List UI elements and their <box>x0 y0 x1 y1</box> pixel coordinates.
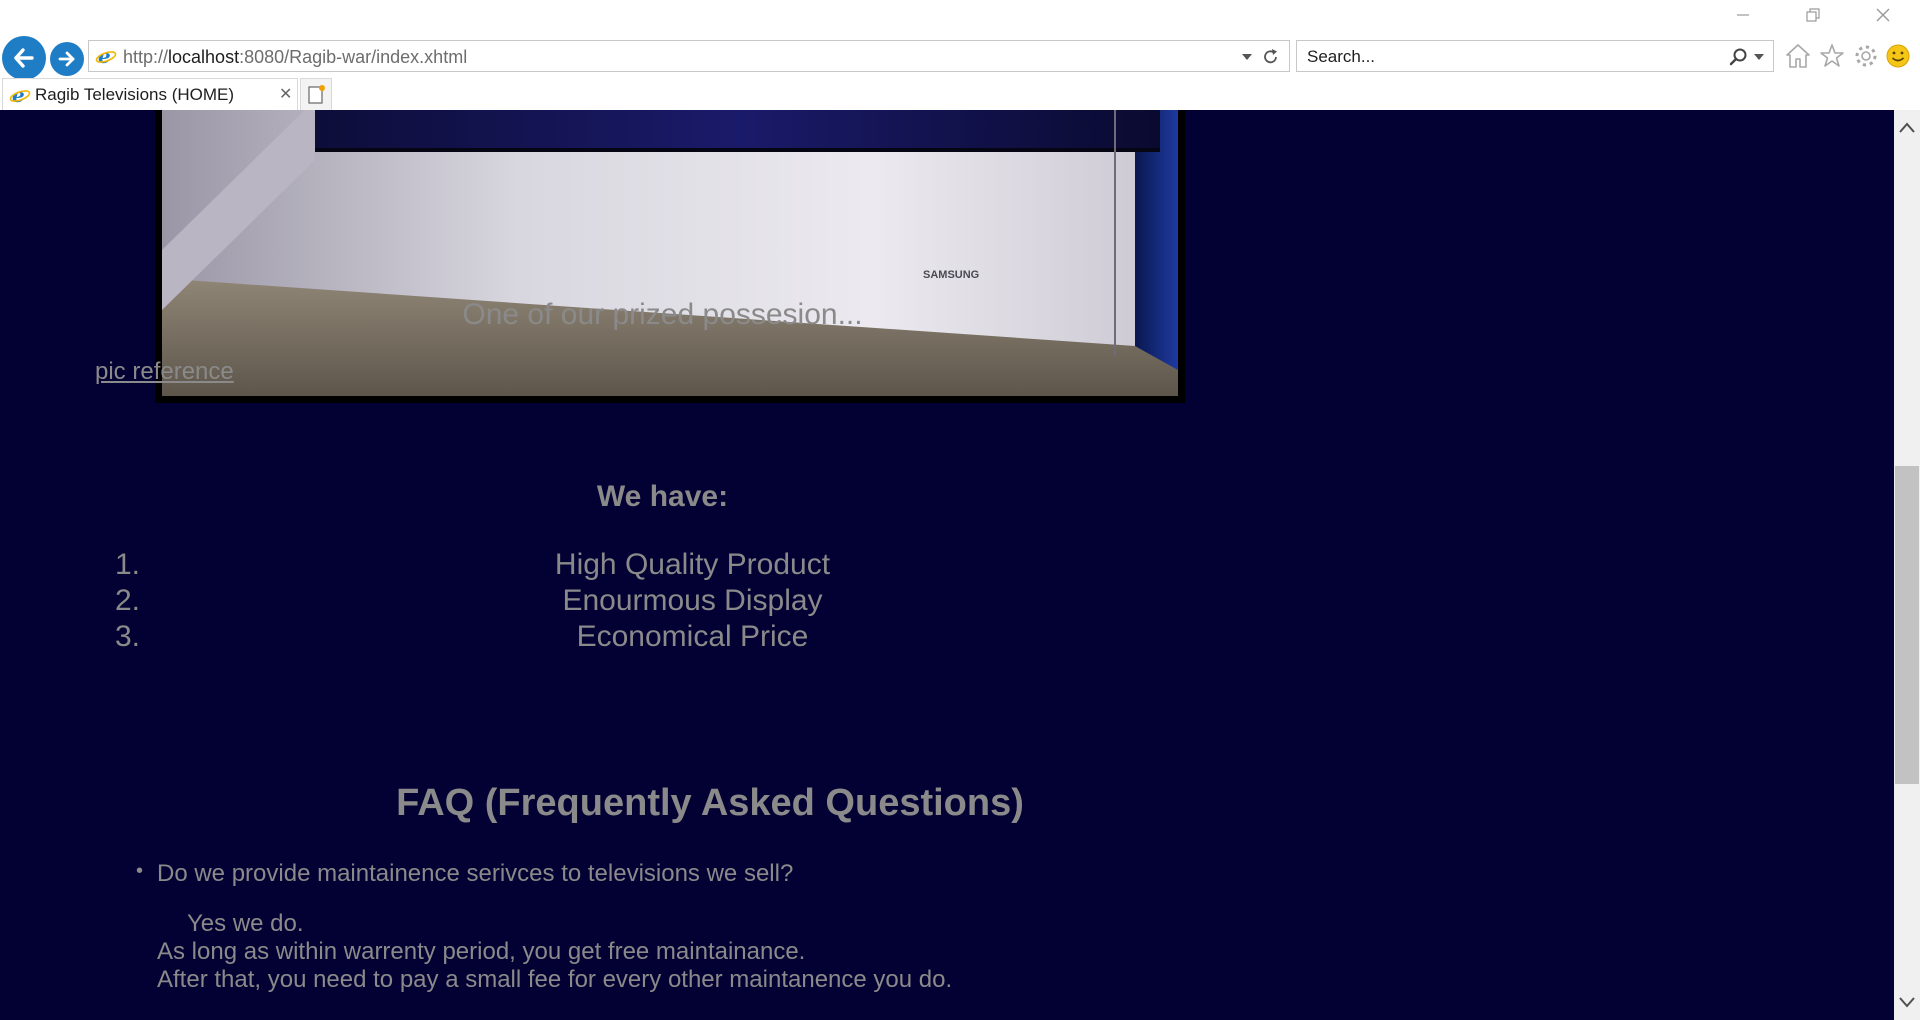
tab-bar: e Ragib Televisions (HOME) ✕ <box>0 78 1920 110</box>
list-number: 3. <box>115 620 141 653</box>
forward-button[interactable] <box>50 42 84 76</box>
settings-gear-icon[interactable] <box>1852 42 1880 70</box>
scroll-up-icon[interactable] <box>1894 110 1920 146</box>
list-number: 2. <box>115 584 141 617</box>
ie-page-icon: e <box>9 84 31 106</box>
tab-ragib-televisions-home[interactable]: e Ragib Televisions (HOME) ✕ <box>2 78 298 110</box>
image-caption: One of our prized possesion... <box>462 298 863 331</box>
page-content: SAMSUNG One of our prized possesion... p… <box>0 110 1894 1020</box>
tab-close-icon[interactable]: ✕ <box>279 84 292 103</box>
faq-answer-line: After that, you need to pay a small fee … <box>157 966 953 993</box>
vertical-scrollbar[interactable] <box>1894 110 1920 1020</box>
feature-list: 1. High Quality Product 2. Enourmous Dis… <box>0 547 1400 655</box>
pic-reference-link[interactable]: pic reference <box>95 358 234 386</box>
search-dropdown-icon[interactable] <box>1753 52 1765 62</box>
favorites-star-icon[interactable] <box>1818 42 1846 70</box>
feature-text: Economical Price <box>576 620 809 653</box>
new-tab-icon <box>308 85 325 104</box>
faq-answer: Yes we do. As long as within warrenty pe… <box>157 910 952 994</box>
search-box[interactable] <box>1296 40 1774 72</box>
list-item: 2. Enourmous Display <box>0 583 1400 619</box>
forward-arrow-icon <box>58 51 75 67</box>
address-bar[interactable]: e http://localhost:8080/Ragib-war/index.… <box>88 40 1290 72</box>
address-dropdown-icon[interactable] <box>1241 52 1253 62</box>
faq-question: Do we provide maintainence serivces to t… <box>157 860 794 887</box>
address-url[interactable]: http://localhost:8080/Ragib-war/index.xh… <box>123 47 467 68</box>
home-icon[interactable] <box>1784 42 1812 70</box>
restore-icon[interactable] <box>1790 4 1836 32</box>
navigation-bar: e http://localhost:8080/Ragib-war/index.… <box>0 36 1920 80</box>
list-item: 1. High Quality Product <box>0 547 1400 583</box>
faq-answer-line: As long as within warrenty period, you g… <box>157 938 806 965</box>
new-tab-button[interactable] <box>300 78 332 110</box>
ie-page-icon: e <box>95 45 117 67</box>
search-icon[interactable] <box>1729 47 1749 67</box>
list-item: 3. Economical Price <box>0 619 1400 655</box>
minimize-icon[interactable] <box>1720 4 1766 32</box>
faq-answer-line: Yes we do. <box>187 910 304 937</box>
feedback-smiley-icon[interactable] <box>1884 42 1912 70</box>
faq-heading: FAQ (Frequently Asked Questions) <box>396 782 1024 824</box>
back-arrow-icon <box>14 48 34 68</box>
feature-text: High Quality Product <box>554 548 831 581</box>
search-input[interactable] <box>1305 45 1709 69</box>
bullet: • <box>136 860 144 882</box>
we-have-heading: We have: <box>596 480 729 513</box>
refresh-icon[interactable] <box>1261 47 1281 67</box>
close-icon[interactable] <box>1860 4 1906 32</box>
tv-image: SAMSUNG <box>155 110 1185 403</box>
browser-window: e http://localhost:8080/Ragib-war/index.… <box>0 0 1920 1020</box>
tv-brand-mark: SAMSUNG <box>923 269 979 281</box>
back-button[interactable] <box>2 36 46 80</box>
tab-title: Ragib Televisions (HOME) <box>35 85 235 104</box>
scroll-down-icon[interactable] <box>1894 984 1920 1020</box>
feature-text: Enourmous Display <box>562 584 823 617</box>
title-bar <box>0 0 1920 36</box>
scroll-thumb[interactable] <box>1895 466 1919 784</box>
list-number: 1. <box>115 548 141 581</box>
